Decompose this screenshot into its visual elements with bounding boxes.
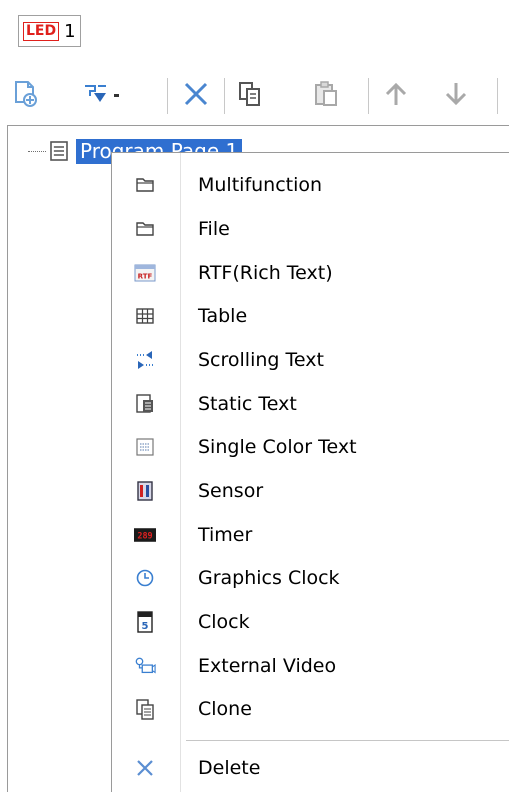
menu-item-external-video[interactable]: External Video	[112, 644, 509, 688]
copy-icon	[239, 82, 260, 106]
menu-item-label: Multifunction	[198, 174, 323, 196]
led-badge: LED	[23, 21, 60, 41]
paste-icon	[315, 81, 337, 106]
graphics-clock-icon	[134, 567, 156, 589]
folder-icon	[134, 174, 156, 196]
menu-item-table[interactable]: Table	[112, 294, 509, 338]
move-up-icon	[385, 82, 407, 105]
menu-item-single-color-text[interactable]: Single Color Text	[112, 425, 509, 469]
timer-icon: 289	[134, 524, 156, 546]
menu-item-graphics-clock[interactable]: Graphics Clock	[112, 556, 509, 600]
delete-icon	[134, 757, 156, 779]
rtf-icon: RTF	[134, 262, 156, 284]
toolbar-separator	[167, 78, 168, 114]
toolbar-separator	[224, 78, 225, 114]
copy-button[interactable]	[234, 78, 266, 110]
add-program-dropdown-button[interactable]	[82, 78, 126, 110]
menu-item-label: RTF(Rich Text)	[198, 262, 333, 284]
move-down-button[interactable]	[440, 78, 472, 110]
menu-item-multifunction[interactable]: Multifunction	[112, 163, 509, 207]
tree-connector	[28, 150, 46, 152]
menu-separator	[186, 740, 509, 741]
external-video-icon	[134, 655, 156, 677]
menu-item-label: External Video	[198, 655, 337, 677]
program-page-icon	[50, 141, 68, 161]
add-page-icon	[15, 81, 37, 107]
table-icon	[134, 305, 156, 327]
static-text-icon	[134, 393, 156, 415]
clone-icon	[134, 698, 156, 720]
led-number: 1	[64, 20, 76, 42]
menu-item-static-text[interactable]: Static Text	[112, 382, 509, 426]
menu-item-file[interactable]: File	[112, 207, 509, 251]
context-menu: Multifunction File RTF RTF(Rich Text) Ta…	[111, 152, 509, 792]
menu-item-label: Table	[198, 305, 248, 327]
menu-item-label: Scrolling Text	[198, 349, 324, 371]
sensor-icon	[134, 480, 156, 502]
toolbar-separator	[497, 78, 498, 114]
led-tab[interactable]: LED 1	[18, 15, 81, 47]
clock-icon-text: 5	[142, 621, 149, 632]
add-page-button[interactable]	[10, 78, 42, 110]
menu-item-label: Timer	[198, 524, 253, 546]
menu-item-label: Sensor	[198, 480, 264, 502]
toolbar-separator	[368, 78, 369, 114]
delete-icon	[184, 82, 208, 106]
menu-item-label: Single Color Text	[198, 436, 357, 458]
menu-item-clock[interactable]: 5 Clock	[112, 600, 509, 644]
menu-item-scrolling-text[interactable]: Scrolling Text	[112, 338, 509, 382]
menu-item-sensor[interactable]: Sensor	[112, 469, 509, 513]
folder-icon	[134, 218, 156, 240]
app-window: LED 1 Program Page 1 Multifunction File …	[0, 0, 509, 792]
add-program-dropdown-icon	[85, 85, 119, 102]
paste-button[interactable]	[310, 78, 342, 110]
scrolling-text-icon	[134, 349, 156, 371]
menu-item-timer[interactable]: 289 Timer	[112, 513, 509, 557]
menu-item-label: Clone	[198, 698, 252, 720]
menu-item-label: Clock	[198, 611, 250, 633]
menu-item-clone[interactable]: Clone	[112, 687, 509, 731]
menu-item-label: Static Text	[198, 393, 297, 415]
move-up-button[interactable]	[380, 78, 412, 110]
menu-item-label: File	[198, 218, 230, 240]
timer-icon-text: 289	[137, 530, 152, 540]
single-color-text-icon	[134, 436, 156, 458]
menu-item-label: Delete	[198, 757, 261, 779]
menu-item-label: Graphics Clock	[198, 567, 340, 589]
delete-button[interactable]	[180, 78, 212, 110]
menu-item-rtf[interactable]: RTF RTF(Rich Text)	[112, 251, 509, 295]
clock-icon: 5	[134, 611, 156, 633]
rtf-icon-text: RTF	[138, 273, 153, 281]
menu-item-delete[interactable]: Delete	[112, 746, 509, 790]
move-down-icon	[445, 83, 467, 106]
toolbar	[0, 60, 509, 124]
